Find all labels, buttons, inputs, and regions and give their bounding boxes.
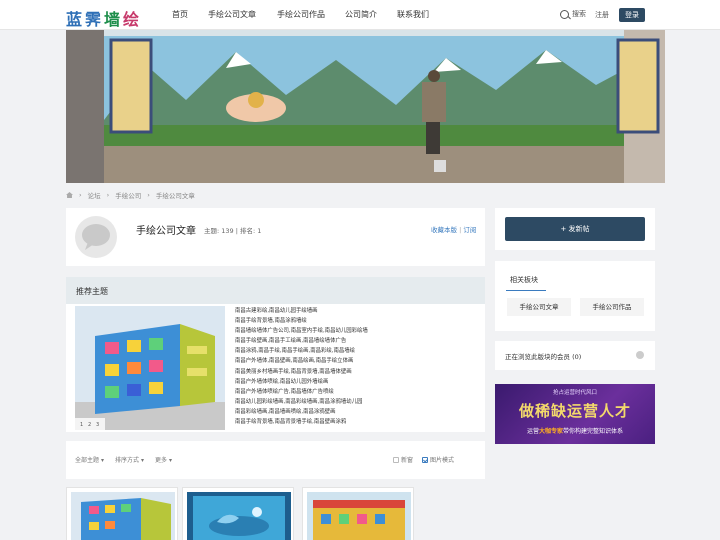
nav-home[interactable]: 首页 — [172, 0, 188, 30]
topic-link[interactable]: 南昌手绘壁画,南昌手工绘画,南昌墙绘墙体广告 — [235, 336, 368, 346]
checkbox-checked-icon — [422, 457, 428, 463]
topic-link[interactable]: 南昌幼儿园彩绘墙画,南昌彩绘墙画,南昌涂鸦墙幼儿园 — [235, 397, 368, 407]
topic-link[interactable]: 南昌手绘背景墙,南昌涂鸦墙绘 — [235, 316, 368, 326]
ad-banner[interactable]: 抢占运营时代风口 做稀缺运营人才 运营大咖专家带你构建完整知识体系 — [495, 384, 655, 444]
search-icon — [560, 9, 569, 19]
chevron-down-icon: ▾ — [140, 457, 144, 464]
breadcrumb: › 论坛 › 手绘公司 › 手绘公司文章 — [66, 190, 195, 200]
related-card — [495, 261, 655, 331]
favorite-link[interactable]: 收藏本版 — [431, 226, 457, 234]
forum-header-card — [66, 208, 485, 266]
chevron-down-icon: ▾ — [168, 457, 172, 464]
recommended-image[interactable]: 1 2 3 — [75, 306, 225, 430]
nav-articles[interactable]: 手绘公司文章 — [208, 0, 256, 30]
ad-line3: 运营大咖专家带你构建完整知识体系 — [526, 428, 624, 435]
browsing-members: 正在浏览此版块的会员 (0) — [505, 353, 582, 361]
topic-link[interactable]: 南昌美丽乡村墙画手绘,南昌背景墙,南昌墙体壁画 — [235, 367, 368, 377]
filter-more[interactable]: 更多 ▾ — [155, 455, 172, 464]
topic-link[interactable]: 南昌户外墙体,南昌壁画,南昌绘画,南昌手绘立体画 — [235, 356, 368, 366]
recommended-list: 南昌古建彩绘,南昌幼儿园手绘墙画 南昌手绘背景墙,南昌涂鸦墙绘 南昌墙绘墙体广告… — [235, 306, 368, 427]
pager-2: 2 — [88, 422, 91, 428]
filter-all[interactable]: 全部主题 ▾ — [75, 455, 104, 464]
topic-link[interactable]: 南昌墙绘墙体广告公司,南昌室内手绘,南昌幼儿园彩绘墙 — [235, 326, 368, 336]
breadcrumb-item-forum[interactable]: 论坛 — [88, 190, 101, 200]
checkbox-icon — [393, 457, 399, 463]
topic-link[interactable]: 南昌彩绘墙画,南昌墙画喷绘,南昌涂鸦壁画 — [235, 407, 368, 417]
related-board-works[interactable]: 手绘公司作品 — [580, 298, 644, 316]
thumbnail-card[interactable] — [66, 487, 178, 540]
subscribe-link[interactable]: 订阅 — [463, 226, 476, 234]
topic-link[interactable]: 南昌户外墙体喷绘,南昌幼儿园外墙绘画 — [235, 377, 368, 387]
register-link[interactable]: 注册 — [595, 10, 609, 20]
topic-link[interactable]: 南昌户外墙体喷绘广告,南昌墙体广告喷绘 — [235, 387, 368, 397]
search-link[interactable]: 搜索 — [560, 9, 586, 19]
nav-works[interactable]: 手绘公司作品 — [277, 0, 325, 30]
recommended-header — [66, 277, 485, 304]
filter-sort[interactable]: 排序方式 ▾ — [115, 455, 144, 464]
home-icon[interactable] — [66, 192, 73, 198]
thumbnail-card[interactable] — [182, 487, 294, 540]
topic-link[interactable]: 南昌手绘背景墙,南昌背景墙手绘,南昌壁画涂鸦 — [235, 417, 368, 427]
topic-link[interactable]: 南昌涂鸦,南昌手绘,南昌手绘画,南昌彩绘,南昌墙绘 — [235, 346, 368, 356]
related-board-articles[interactable]: 手绘公司文章 — [507, 298, 571, 316]
login-button[interactable]: 登录 — [619, 8, 645, 22]
collapse-icon[interactable] — [636, 351, 644, 359]
forum-stats: 主题: 139 | 排名: 1 — [204, 227, 262, 235]
forum-avatar — [75, 216, 117, 258]
pager-1: 1 — [80, 422, 83, 428]
new-post-button[interactable]: + 发新帖 — [505, 217, 645, 241]
related-title: 相关板块 — [510, 276, 538, 284]
related-underline — [506, 290, 546, 291]
chevron-down-icon: ▾ — [100, 457, 104, 464]
nav-contact[interactable]: 联系我们 — [397, 0, 429, 30]
topic-link[interactable]: 南昌古建彩绘,南昌幼儿园手绘墙画 — [235, 306, 368, 316]
ad-line2: 做稀缺运营人才 — [518, 402, 631, 420]
recommended-title: 推荐主题 — [76, 287, 108, 296]
ad-line1: 抢占运营时代风口 — [552, 390, 597, 396]
forum-actions: 收藏本版 | 订阅 — [431, 226, 477, 234]
breadcrumb-item-articles[interactable]: 手绘公司文章 — [156, 190, 195, 200]
banner-image — [66, 30, 665, 183]
nav-about[interactable]: 公司简介 — [345, 0, 377, 30]
new-window-checkbox[interactable]: 新窗 — [393, 455, 413, 464]
site-logo[interactable]: 蓝霁墙绘 — [66, 6, 142, 30]
thumbnail-card[interactable] — [302, 487, 414, 540]
breadcrumb-item-company[interactable]: 手绘公司 — [115, 190, 141, 200]
pager-3: 3 — [96, 422, 99, 428]
forum-title: 手绘公司文章 — [136, 226, 196, 237]
image-mode-checkbox[interactable]: 图片模式 — [422, 455, 454, 464]
